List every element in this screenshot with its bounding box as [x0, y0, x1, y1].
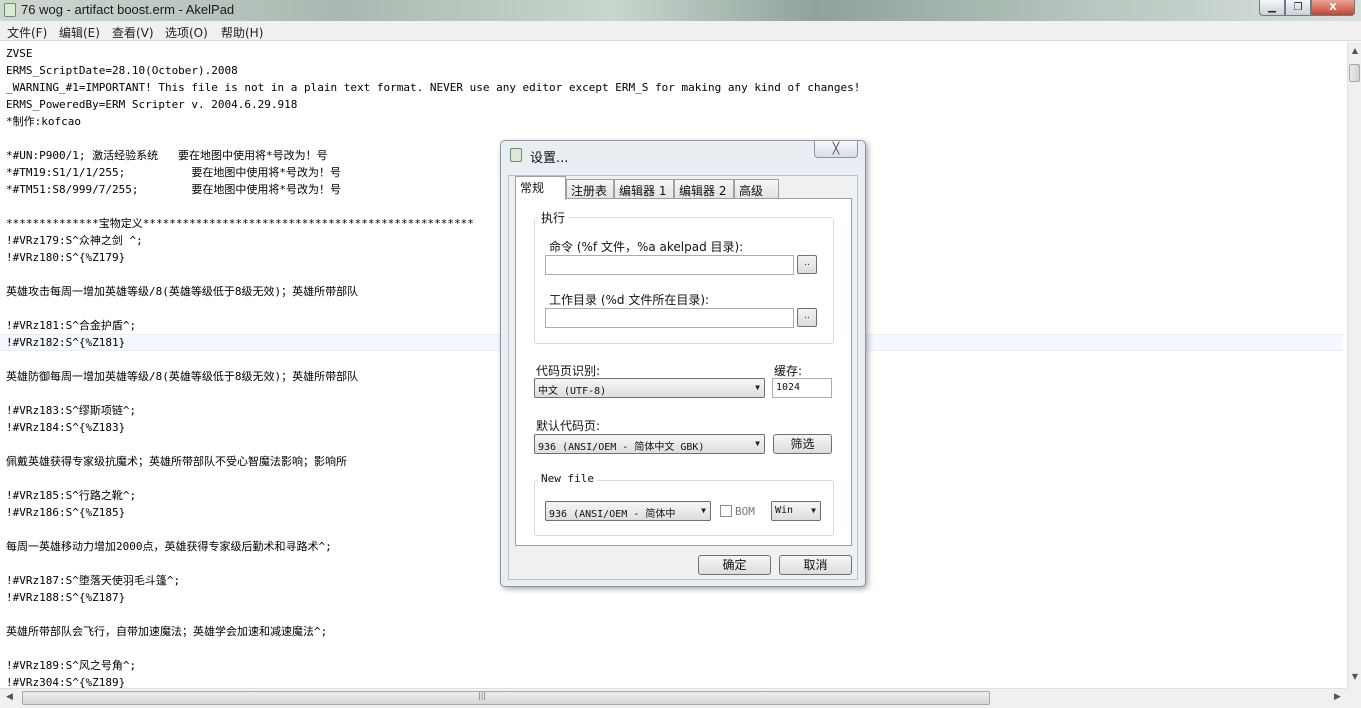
minimize-button[interactable]: ▁ — [1259, 0, 1285, 16]
workdir-label: 工作目录 (%d 文件所在目录): — [549, 293, 710, 307]
app-notepad-icon — [4, 3, 16, 17]
menu-options[interactable]: 选项(O) — [165, 24, 208, 41]
ok-button[interactable]: 确定 — [698, 555, 771, 575]
dialog-client: 常规 注册表 编辑器 1 编辑器 2 高级 执行 命令 (%f 文件，%a ak… — [508, 175, 858, 580]
chevron-down-icon: ▼ — [755, 383, 760, 392]
default-codepage-label: 默认代码页: — [536, 419, 601, 433]
menu-edit[interactable]: 编辑(E) — [59, 24, 100, 41]
command-label: 命令 (%f 文件，%a akelpad 目录): — [549, 240, 744, 254]
chevron-down-icon: ▼ — [701, 506, 706, 515]
newline-select[interactable]: Win ▼ — [771, 501, 821, 521]
command-input[interactable] — [545, 255, 794, 275]
editor-line: !#VRz185:S^行路之靴^; — [6, 489, 137, 502]
newline-value: Win — [775, 505, 794, 516]
editor-line: !#VRz183:S^缪斯项链^; — [6, 404, 137, 417]
codepage-detect-value: 中文 (UTF-8) — [538, 386, 607, 397]
close-icon: X — [1329, 2, 1337, 13]
new-file-group: New file 936 (ANSI/OEM - 简体中 ▼ BOM Win ▼ — [534, 472, 834, 536]
minimize-icon: ▁ — [1268, 2, 1276, 13]
editor-line: !#VRz187:S^堕落天使羽毛斗篷^; — [6, 574, 181, 587]
editor-line: !#VRz180:S^{%Z179} — [6, 251, 126, 264]
editor-line: *制作:kofcao — [6, 115, 81, 128]
new-file-codepage-select[interactable]: 936 (ANSI/OEM - 简体中 ▼ — [545, 501, 711, 521]
buffer-input[interactable]: 1024 — [772, 378, 832, 398]
scroll-down-arrow-icon[interactable]: ▼ — [1350, 672, 1360, 684]
window-title: 76 wog - artifact boost.erm - AkelPad — [21, 2, 235, 17]
dialog-app-icon — [510, 148, 522, 162]
editor-line: ERMS_ScriptDate=28.10(October).2008 — [6, 64, 238, 77]
exec-group: 执行 命令 (%f 文件，%a akelpad 目录): .. 工作目录 (%d… — [534, 209, 834, 344]
codepage-detect-label: 代码页识别: — [536, 364, 601, 378]
editor-line: !#VRz304:S^{%Z189} — [6, 676, 126, 688]
editor-line: !#VRz182:S^{%Z181} — [6, 336, 126, 349]
editor-line: ERMS_PoweredBy=ERM Scripter v. 2004.6.29… — [6, 98, 298, 111]
editor-line: 英雄所带部队会飞行，自带加速魔法；英雄学会加速和减速魔法^; — [6, 625, 328, 638]
new-file-group-label: New file — [538, 472, 597, 485]
editor-line: ZVSE — [6, 47, 33, 60]
bom-checkbox[interactable] — [720, 505, 732, 517]
scroll-grip-icon: ||| — [478, 691, 487, 700]
editor-line: 英雄防御每周一增加英雄等级/8(英雄等级低于8级无效)；英雄所带部队 — [6, 370, 359, 383]
editor-line: 英雄攻击每周一增加英雄等级/8(英雄等级低于8级无效)；英雄所带部队 — [6, 285, 359, 298]
horizontal-scroll-thumb[interactable] — [22, 691, 990, 705]
maximize-button[interactable]: ❐ — [1285, 0, 1311, 16]
workdir-browse-button[interactable]: .. — [797, 308, 817, 327]
menu-help[interactable]: 帮助(H) — [221, 24, 263, 41]
vertical-scroll-thumb[interactable] — [1349, 64, 1360, 82]
editor-line: *#TM51:S8/999/7/255; 要在地图中使用将*号改为！号 — [6, 183, 342, 196]
menu-bar: 文件(F) 编辑(E) 查看(V) 选项(O) 帮助(H) — [0, 21, 1361, 41]
editor-line: *#TM19:S1/1/1/255; 要在地图中使用将*号改为！号 — [6, 166, 342, 179]
tab-registry[interactable]: 注册表 — [566, 179, 614, 199]
command-browse-button[interactable]: .. — [797, 255, 817, 274]
chevron-down-icon: ▼ — [755, 439, 760, 448]
tab-panel-general: 执行 命令 (%f 文件，%a akelpad 目录): .. 工作目录 (%d… — [515, 198, 852, 546]
menu-view[interactable]: 查看(V) — [112, 24, 154, 41]
editor-line: 佩戴英雄获得专家级抗魔术；英雄所带部队不受心智魔法影响；影响所 — [6, 455, 347, 468]
tab-editor-1[interactable]: 编辑器 1 — [614, 179, 674, 199]
default-codepage-select[interactable]: 936 (ANSI/OEM - 简体中文 GBK) ▼ — [534, 434, 765, 454]
maximize-icon: ❐ — [1293, 2, 1303, 13]
menu-file[interactable]: 文件(F) — [7, 24, 47, 41]
editor-line: _WARNING_#1=IMPORTANT! This file is not … — [6, 81, 861, 94]
workdir-input[interactable] — [545, 308, 794, 328]
scroll-right-arrow-icon[interactable]: ▶ — [1334, 692, 1341, 702]
editor-line: !#VRz181:S^合金护盾^; — [6, 319, 137, 332]
cancel-button[interactable]: 取消 — [779, 555, 852, 575]
editor-line: *#UN:P900/1; 激活经验系统 要在地图中使用将*号改为！号 — [6, 149, 328, 162]
dialog-title: 设置... — [530, 151, 569, 166]
settings-dialog: 设置... ╳ 常规 注册表 编辑器 1 编辑器 2 高级 执行 命令 (%f … — [500, 140, 866, 587]
tab-general[interactable]: 常规 — [515, 176, 566, 200]
horizontal-scrollbar[interactable]: ◀ ||| ▶ — [0, 688, 1347, 708]
editor-line: !#VRz186:S^{%Z185} — [6, 506, 126, 519]
buffer-label: 缓存: — [774, 364, 803, 378]
scrollbar-corner — [1347, 688, 1361, 708]
new-file-codepage-value: 936 (ANSI/OEM - 简体中 — [549, 509, 676, 520]
codepage-detect-select[interactable]: 中文 (UTF-8) ▼ — [534, 378, 765, 398]
editor-line: !#VRz188:S^{%Z187} — [6, 591, 126, 604]
editor-line: 每周一英雄移动力增加2000点，英雄获得专家级后勤术和寻路术^; — [6, 540, 332, 553]
chevron-down-icon: ▼ — [811, 506, 816, 515]
scroll-left-arrow-icon[interactable]: ◀ — [6, 692, 13, 702]
dialog-close-button[interactable]: ╳ — [814, 141, 858, 158]
editor-line: !#VRz179:S^众神之剑 ^; — [6, 234, 143, 247]
exec-group-label: 执行 — [538, 209, 569, 226]
window-controls: ▁ ❐ X — [1259, 0, 1355, 17]
window-title-bar[interactable]: 76 wog - artifact boost.erm - AkelPad ▁ … — [0, 0, 1361, 21]
editor-line: !#VRz189:S^风之号角^; — [6, 659, 137, 672]
close-icon: ╳ — [832, 142, 840, 155]
editor-line: **************宝物定义**********************… — [6, 217, 474, 230]
close-button[interactable]: X — [1311, 0, 1355, 16]
dialog-title-bar[interactable]: 设置... ╳ — [501, 141, 865, 169]
filter-button[interactable]: 筛选 — [773, 434, 832, 454]
bom-label: BOM — [735, 505, 755, 518]
editor-line: !#VRz184:S^{%Z183} — [6, 421, 126, 434]
scroll-up-arrow-icon[interactable]: ▲ — [1350, 46, 1360, 58]
default-codepage-value: 936 (ANSI/OEM - 简体中文 GBK) — [538, 442, 705, 453]
tab-advanced[interactable]: 高级 — [734, 179, 779, 199]
tab-editor-2[interactable]: 编辑器 2 — [674, 179, 734, 199]
vertical-scrollbar[interactable]: ▲ ▼ — [1347, 42, 1361, 688]
